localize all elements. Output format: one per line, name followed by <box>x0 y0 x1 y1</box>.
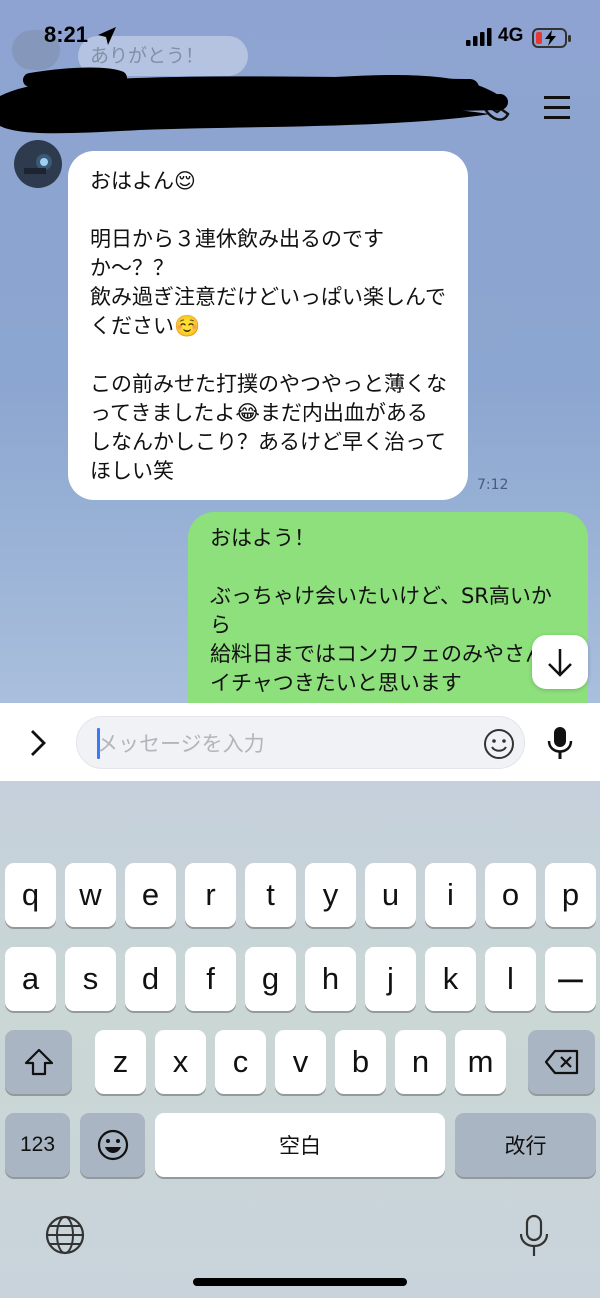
incoming-message-bubble[interactable]: おはよん😌 明日から３連休飲み出るのですか〜？？ 飲み過ぎ注意だけどいっぱい楽し… <box>68 151 468 500</box>
mic-icon[interactable] <box>545 725 575 761</box>
space-key[interactable]: 空白 <box>155 1113 445 1177</box>
key-long-vowel[interactable]: ー <box>545 947 596 1011</box>
message-timestamp: 7:12 <box>477 477 509 493</box>
outgoing-message-bubble[interactable]: おはよう！ ぶっちゃけ会いたいけど、SR高いから 給料日まではコンカフェのみやさ… <box>188 512 588 703</box>
key-n[interactable]: n <box>395 1030 446 1094</box>
key-d[interactable]: d <box>125 947 176 1011</box>
key-e[interactable]: e <box>125 863 176 927</box>
key-z[interactable]: z <box>95 1030 146 1094</box>
chevron-right-icon[interactable] <box>26 728 50 758</box>
return-key[interactable]: 改行 <box>455 1113 596 1177</box>
status-time: 8:21 <box>44 22 89 47</box>
network-type: 4G <box>498 25 524 46</box>
key-s[interactable]: s <box>65 947 116 1011</box>
emoji-icon[interactable] <box>482 727 516 761</box>
shift-key[interactable] <box>5 1030 72 1094</box>
signal-icon <box>466 28 492 46</box>
key-l[interactable]: l <box>485 947 536 1011</box>
key-i[interactable]: i <box>425 863 476 927</box>
key-u[interactable]: u <box>365 863 416 927</box>
shift-icon <box>24 1048 53 1076</box>
battery-charging-icon <box>532 28 571 48</box>
key-t[interactable]: t <box>245 863 296 927</box>
message-input[interactable] <box>95 725 469 763</box>
key-a[interactable]: a <box>5 947 56 1011</box>
key-c[interactable]: c <box>215 1030 266 1094</box>
avatar[interactable] <box>14 140 62 188</box>
location-arrow-icon <box>98 27 116 45</box>
key-o[interactable]: o <box>485 863 536 927</box>
key-g[interactable]: g <box>245 947 296 1011</box>
home-indicator[interactable] <box>193 1278 407 1286</box>
globe-icon[interactable] <box>44 1214 86 1256</box>
emoji-keyboard-icon <box>97 1129 128 1161</box>
message-field[interactable] <box>76 716 525 769</box>
keyboard: q w e r t y u i o p a s d f g h j k l ー … <box>0 781 600 1298</box>
key-r[interactable]: r <box>185 863 236 927</box>
key-w[interactable]: w <box>65 863 116 927</box>
key-p[interactable]: p <box>545 863 596 927</box>
key-m[interactable]: m <box>455 1030 506 1094</box>
key-v[interactable]: v <box>275 1030 326 1094</box>
emoji-keyboard-key[interactable] <box>80 1113 145 1177</box>
delete-icon <box>544 1049 578 1075</box>
scroll-to-bottom-button[interactable] <box>532 635 588 689</box>
key-y[interactable]: y <box>305 863 356 927</box>
arrow-down-icon <box>548 649 572 677</box>
message-input-bar <box>0 703 600 781</box>
numbers-key[interactable]: 123 <box>5 1113 70 1177</box>
key-h[interactable]: h <box>305 947 356 1011</box>
chat-area[interactable]: ありがとう！ 8:21 4G おはよん😌 明日から３連休飲み出るのですか〜？？ <box>0 0 600 703</box>
delete-key[interactable] <box>528 1030 595 1094</box>
key-q[interactable]: q <box>5 863 56 927</box>
redaction-scribble <box>0 67 508 134</box>
key-f[interactable]: f <box>185 947 236 1011</box>
key-b[interactable]: b <box>335 1030 386 1094</box>
key-x[interactable]: x <box>155 1030 206 1094</box>
key-k[interactable]: k <box>425 947 476 1011</box>
dictation-icon[interactable] <box>518 1214 550 1258</box>
menu-icon[interactable] <box>540 90 574 126</box>
key-j[interactable]: j <box>365 947 416 1011</box>
